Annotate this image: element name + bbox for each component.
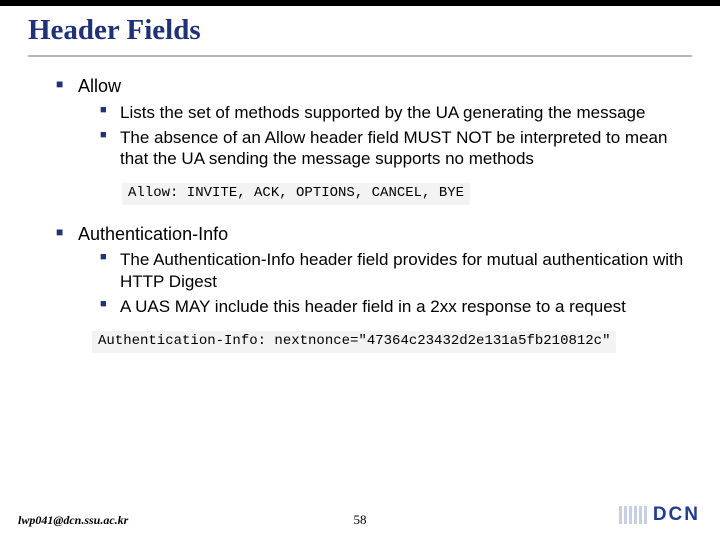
logo-bars-icon [619, 506, 647, 524]
slide: Header Fields Allow Lists the set of met… [0, 0, 720, 540]
footer-email: lwp041@dcn.ssu.ac.kr [18, 513, 128, 528]
section-heading: Allow [78, 76, 121, 96]
bullet-item: The Authentication-Info header field pro… [100, 249, 684, 292]
section-auth-info: Authentication-Info The Authentication-I… [56, 223, 684, 317]
footer-page-number: 58 [354, 512, 367, 528]
footer: lwp041@dcn.ssu.ac.kr 58 DCN [0, 502, 720, 528]
code-block-auth-info: Authentication-Info: nextnonce="47364c23… [92, 331, 616, 353]
slide-title: Header Fields [0, 0, 720, 53]
bullet-item: Lists the set of methods supported by th… [100, 102, 684, 123]
logo-text: DCN [653, 504, 700, 526]
code-block-allow: Allow: INVITE, ACK, OPTIONS, CANCEL, BYE [122, 183, 470, 205]
dcn-logo: DCN [619, 504, 700, 526]
top-bar [0, 0, 720, 6]
slide-body: Allow Lists the set of methods supported… [0, 57, 720, 371]
bullet-item: The absence of an Allow header field MUS… [100, 127, 684, 170]
section-allow: Allow Lists the set of methods supported… [56, 75, 684, 169]
section-heading: Authentication-Info [78, 224, 228, 244]
bullet-item: A UAS MAY include this header field in a… [100, 296, 684, 317]
